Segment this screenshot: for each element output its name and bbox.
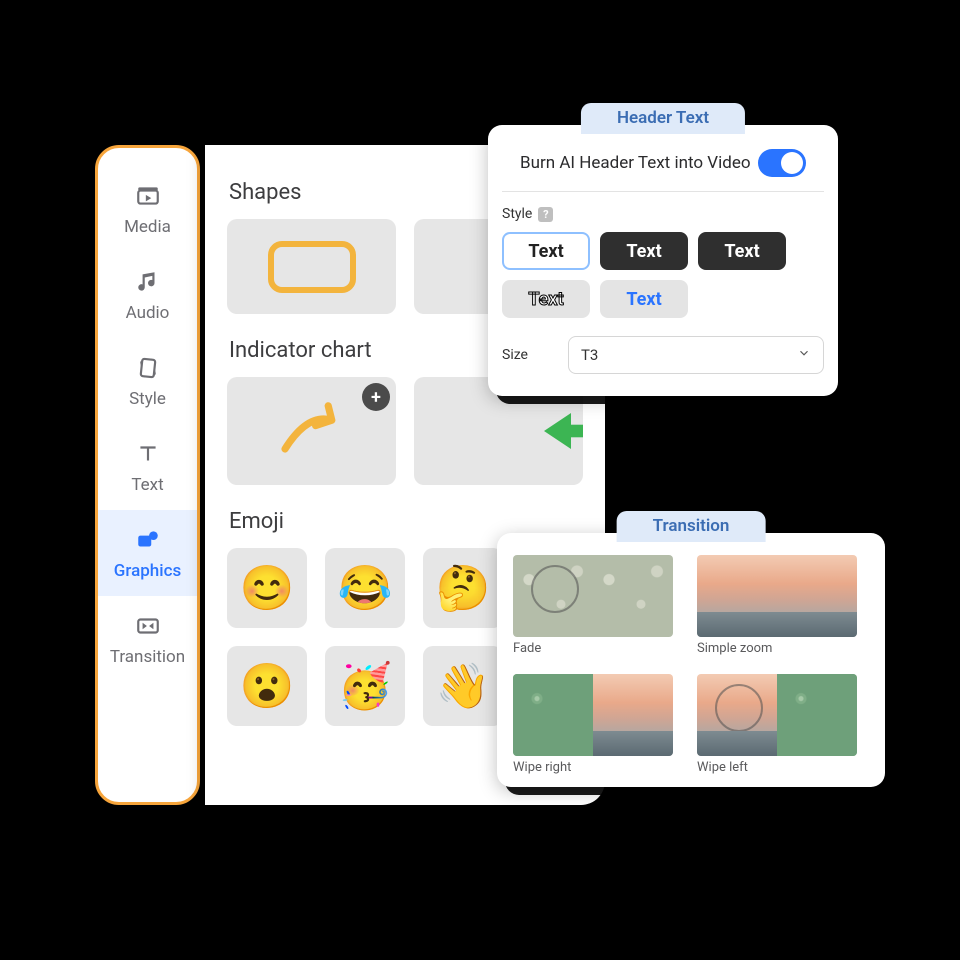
emoji-surprised[interactable]: 😮 — [227, 646, 307, 726]
transition-icon — [133, 611, 163, 641]
emoji-party[interactable]: 🥳 — [325, 646, 405, 726]
transition-fade[interactable]: Fade — [513, 555, 673, 656]
audio-icon — [133, 267, 163, 297]
sidebar-item-label: Transition — [110, 647, 185, 667]
section-heading-emoji: Emoji — [229, 509, 583, 534]
chevron-down-icon — [797, 346, 811, 364]
style-icon — [133, 353, 163, 383]
transition-wipe-left[interactable]: Wipe left — [697, 674, 857, 775]
sidebar-item-label: Text — [131, 475, 163, 495]
style-label: Style ? — [502, 206, 824, 222]
graphics-icon — [133, 525, 163, 555]
emoji-smile[interactable]: 😊 — [227, 548, 307, 628]
transition-caption: Wipe left — [697, 760, 857, 775]
transition-caption: Simple zoom — [697, 641, 857, 656]
media-icon — [133, 181, 163, 211]
transition-simple-zoom[interactable]: Simple zoom — [697, 555, 857, 656]
transition-wipe-right[interactable]: Wipe right — [513, 674, 673, 775]
header-text-panel: Header Text Burn AI Header Text into Vid… — [488, 125, 838, 396]
shape-rounded-rect[interactable] — [227, 219, 396, 314]
size-label: Size — [502, 347, 528, 363]
add-icon[interactable]: + — [362, 383, 390, 411]
transition-caption: Fade — [513, 641, 673, 656]
sidebar: Media Audio Style Text Graphics Transiti… — [95, 145, 200, 805]
emoji-thinking[interactable]: 🤔 — [423, 548, 503, 628]
burn-toggle-label: Burn AI Header Text into Video — [520, 153, 751, 173]
sidebar-item-transition[interactable]: Transition — [98, 596, 197, 682]
style-option-plain[interactable]: Text — [502, 232, 590, 270]
indicator-arrow-right[interactable]: + — [227, 377, 396, 485]
sidebar-item-graphics[interactable]: Graphics — [98, 510, 197, 596]
size-select[interactable]: T3 — [568, 336, 824, 374]
sidebar-item-label: Audio — [126, 303, 170, 323]
sidebar-item-label: Graphics — [114, 561, 181, 581]
style-option-outline[interactable]: Text — [502, 280, 590, 318]
emoji-wave[interactable]: 👋 — [423, 646, 503, 726]
transition-thumbnail — [697, 555, 857, 637]
sidebar-item-label: Media — [124, 217, 171, 237]
panel-title: Transition — [617, 511, 766, 542]
style-option-dark-2[interactable]: Text — [698, 232, 786, 270]
emoji-joy[interactable]: 😂 — [325, 548, 405, 628]
sidebar-item-style[interactable]: Style — [98, 338, 197, 424]
burn-toggle[interactable] — [758, 149, 806, 177]
style-options: Text Text Text Text Text — [502, 232, 824, 318]
transition-thumbnail — [513, 674, 673, 756]
transition-caption: Wipe right — [513, 760, 673, 775]
style-option-blue[interactable]: Text — [600, 280, 688, 318]
sidebar-item-label: Style — [129, 389, 166, 409]
size-value: T3 — [581, 346, 598, 364]
sidebar-item-text[interactable]: Text — [98, 424, 197, 510]
transition-panel: Transition Fade Simple zoom Wipe right W… — [497, 533, 885, 787]
transition-thumbnail — [513, 555, 673, 637]
text-icon — [133, 439, 163, 469]
transition-thumbnail — [697, 674, 857, 756]
style-option-dark-1[interactable]: Text — [600, 232, 688, 270]
sidebar-item-audio[interactable]: Audio — [98, 252, 197, 338]
sidebar-item-media[interactable]: Media — [98, 166, 197, 252]
help-icon[interactable]: ? — [538, 207, 553, 222]
panel-title: Header Text — [581, 103, 745, 134]
